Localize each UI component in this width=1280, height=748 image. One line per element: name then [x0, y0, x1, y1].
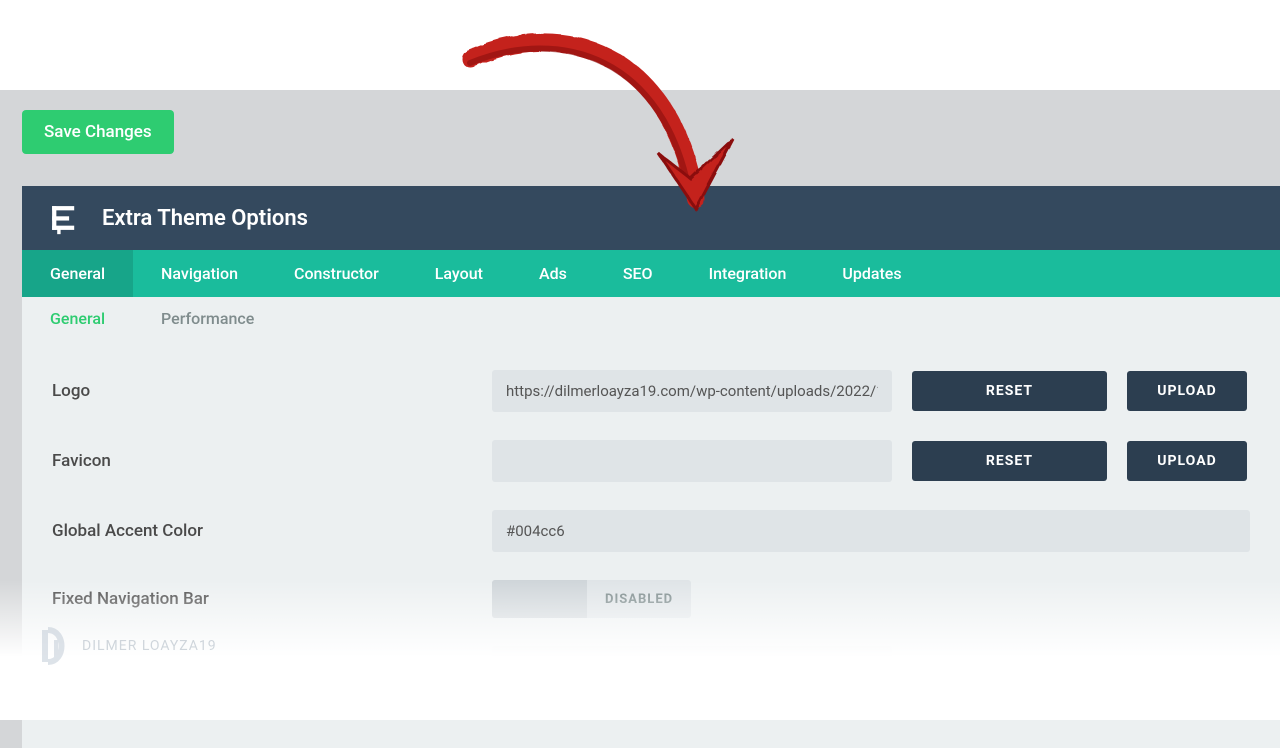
save-changes-button[interactable]: Save Changes: [22, 110, 174, 154]
sub-tabs: General Performance: [22, 297, 1280, 340]
row-favicon: Favicon RESET UPLOAD: [52, 440, 1250, 482]
upload-logo-button[interactable]: UPLOAD: [1127, 371, 1247, 411]
label-fixed-nav: Fixed Navigation Bar: [52, 589, 492, 609]
toggle-fixed-nav[interactable]: DISABLED: [492, 580, 691, 618]
label-logo: Logo: [52, 381, 492, 401]
extra-logo-icon: [46, 200, 82, 236]
tab-layout[interactable]: Layout: [407, 250, 511, 297]
tab-general[interactable]: General: [22, 250, 133, 297]
subtab-general[interactable]: General: [22, 297, 133, 340]
chevron-down-icon: ▾: [870, 658, 878, 676]
tab-constructor[interactable]: Constructor: [266, 250, 407, 297]
input-logo[interactable]: [492, 370, 892, 412]
top-whitespace: [0, 0, 1280, 90]
upload-favicon-button[interactable]: UPLOAD: [1127, 441, 1247, 481]
panel-header: Extra Theme Options: [22, 186, 1280, 250]
input-accent-color[interactable]: [492, 510, 1250, 552]
tab-seo[interactable]: SEO: [595, 250, 681, 297]
row-fixed-nav: Fixed Navigation Bar DISABLED: [52, 580, 1250, 618]
subtab-performance[interactable]: Performance: [133, 297, 282, 340]
tab-ads[interactable]: Ads: [511, 250, 595, 297]
main-tabs: General Navigation Constructor Layout Ad…: [22, 250, 1280, 297]
row-sidebar: Right ▾: [52, 646, 1250, 688]
row-accent-color: Global Accent Color: [52, 510, 1250, 552]
label-accent-color: Global Accent Color: [52, 521, 492, 541]
watermark-text: DILMER LOAYZA19: [82, 638, 217, 654]
toggle-state-label: DISABLED: [587, 592, 691, 607]
input-favicon[interactable]: [492, 440, 892, 482]
select-sidebar[interactable]: Right ▾: [492, 646, 892, 688]
panel-title: Extra Theme Options: [102, 206, 308, 231]
watermark: DILMER LOAYZA19: [36, 626, 217, 666]
reset-favicon-button[interactable]: RESET: [912, 441, 1107, 481]
toggle-knob: [492, 580, 587, 618]
tab-updates[interactable]: Updates: [814, 250, 929, 297]
label-favicon: Favicon: [52, 451, 492, 471]
reset-logo-button[interactable]: RESET: [912, 371, 1107, 411]
options-content: Logo RESET UPLOAD Favicon RESET UPLOAD G…: [22, 340, 1280, 748]
select-sidebar-value: Right: [506, 658, 540, 676]
tab-navigation[interactable]: Navigation: [133, 250, 266, 297]
row-logo: Logo RESET UPLOAD: [52, 370, 1250, 412]
tab-integration[interactable]: Integration: [681, 250, 815, 297]
